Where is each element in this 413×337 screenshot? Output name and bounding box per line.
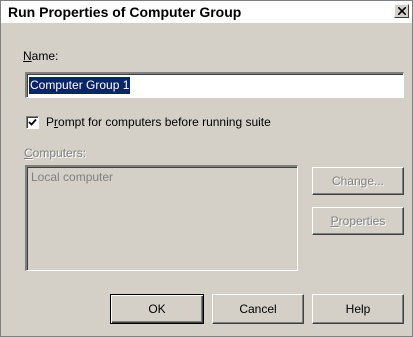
change-button[interactable]: Change...: [312, 167, 404, 195]
ok-button-label: OK: [148, 302, 166, 316]
prompt-checkbox-label[interactable]: Prompt for computers before running suit…: [46, 115, 271, 129]
properties-label-mnemonic: P: [330, 214, 339, 228]
name-input[interactable]: Computer Group 1: [25, 72, 404, 98]
computers-list[interactable]: Local computer: [25, 165, 298, 271]
checkmark-icon: [28, 118, 37, 126]
properties-button[interactable]: Properties: [312, 207, 404, 235]
close-button[interactable]: [394, 4, 409, 18]
title-bar[interactable]: Run Properties of Computer Group: [1, 1, 412, 23]
prompt-label-text: ompt for computers before running suite: [58, 115, 271, 129]
computers-label: Computers:: [24, 146, 86, 160]
name-label-text: ame:: [31, 49, 59, 63]
prompt-checkbox[interactable]: [26, 116, 39, 129]
name-label-mnemonic: N: [23, 49, 32, 63]
cancel-button-label: Cancel: [239, 302, 277, 316]
properties-button-label: Properties: [331, 214, 386, 228]
properties-label-text: roperties: [338, 214, 386, 228]
computers-label-mnemonic: C: [24, 146, 33, 160]
run-properties-dialog: Run Properties of Computer Group Name: C…: [0, 0, 413, 337]
list-item[interactable]: Local computer: [31, 170, 113, 184]
change-button-label: Change...: [331, 174, 385, 188]
computers-label-text: omputers:: [32, 146, 87, 160]
help-button[interactable]: Help: [312, 294, 404, 324]
close-icon: [398, 7, 406, 15]
ok-button[interactable]: OK: [110, 294, 204, 324]
name-label: Name:: [23, 49, 58, 63]
name-input-value: Computer Group 1: [29, 77, 131, 94]
prompt-label-first: P: [46, 115, 55, 129]
window-title: Run Properties of Computer Group: [8, 4, 242, 20]
cancel-button[interactable]: Cancel: [212, 294, 304, 324]
help-button-label: Help: [345, 302, 371, 316]
